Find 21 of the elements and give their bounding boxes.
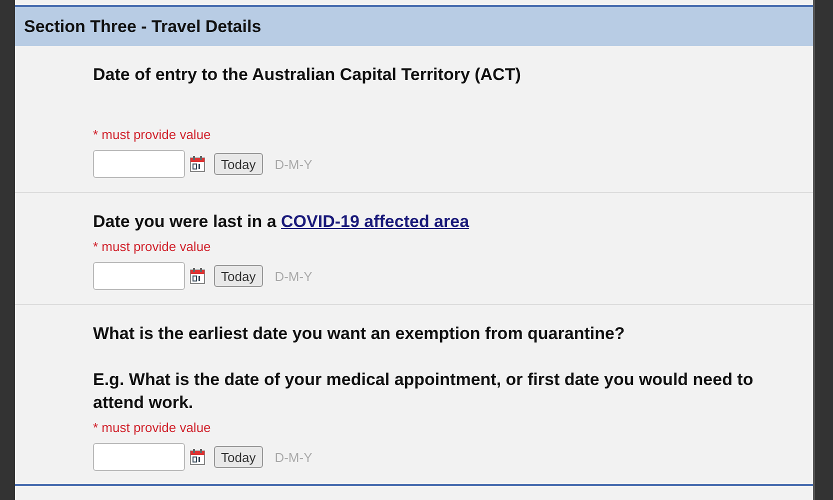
today-button[interactable]: Today	[214, 446, 263, 468]
required-message: * must provide value	[93, 127, 212, 142]
question-label: Date you were last in a COVID-19 affected area	[93, 211, 470, 233]
calendar-icon[interactable]	[190, 449, 205, 465]
today-button[interactable]: Today	[214, 265, 263, 287]
section-title: Section Three - Travel Details	[24, 16, 262, 36]
question-label: Date of entry to the Australian Capital Territory (ACT)	[93, 64, 522, 86]
question-note: E.g. What is the date of your medical appointment, or first date you would need to attend work.	[93, 369, 754, 414]
question-label: What is the earliest date you want an exemption from quarantine?	[93, 323, 626, 345]
date-field[interactable]	[93, 262, 185, 290]
date-format-hint: D-M-Y	[274, 156, 312, 172]
date-format-hint: D-M-Y	[274, 268, 312, 284]
required-message: * must provide value	[93, 239, 212, 254]
today-button[interactable]: Today	[214, 153, 263, 175]
date-format-hint: D-M-Y	[274, 450, 312, 464]
calendar-icon[interactable]	[190, 156, 205, 172]
calendar-icon[interactable]	[190, 268, 205, 284]
date-field[interactable]	[93, 150, 185, 178]
required-message: * must provide value	[93, 420, 212, 435]
affected-area-link[interactable]: COVID-19 affected area	[281, 212, 470, 231]
date-field[interactable]	[93, 443, 185, 471]
